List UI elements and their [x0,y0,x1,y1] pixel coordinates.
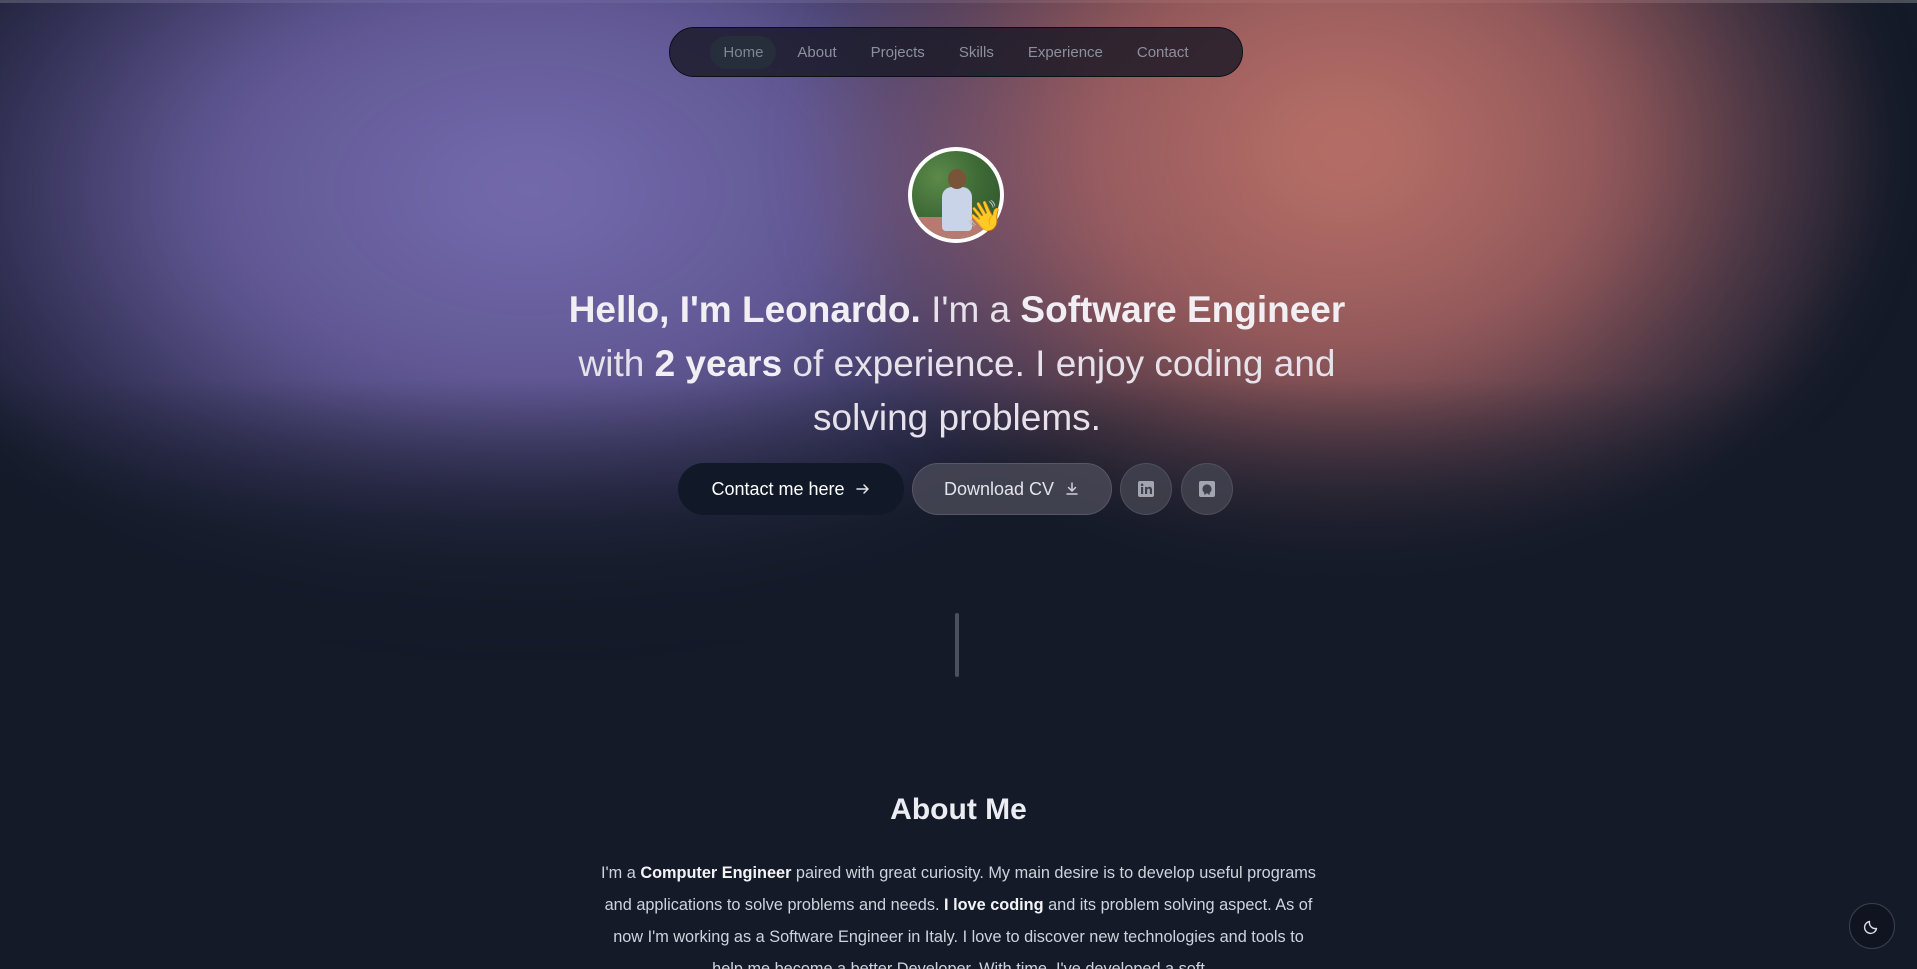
waving-hand-icon: 👋 [966,199,1004,234]
linkedin-icon [1138,481,1154,497]
nav-item-experience[interactable]: Experience [1015,36,1116,69]
download-cv-button[interactable]: Download CV [912,463,1112,515]
linkedin-button[interactable] [1120,463,1172,515]
github-icon [1199,481,1215,497]
page: Home About Projects Skills Experience Co… [0,0,1917,969]
scroll-divider [955,613,959,677]
github-button[interactable] [1181,463,1233,515]
nav-item-skills[interactable]: Skills [946,36,1007,69]
moon-icon [1863,920,1878,935]
arrow-right-icon [855,484,869,494]
about-title: About Me [890,792,1027,826]
download-cv-label: Download CV [943,478,1055,499]
headline-text: with [578,342,655,384]
about-highlight: Computer Engineer [640,864,792,883]
about-text: I'm a [601,864,641,883]
nav-item-home[interactable]: Home [710,35,777,69]
contact-button[interactable]: Contact me here [678,463,904,515]
about-highlight: I love coding [944,896,1044,915]
download-icon [1066,482,1078,495]
headline-years: 2 years [654,342,783,384]
nav-item-about[interactable]: About [784,36,849,69]
top-navigation: Home About Projects Skills Experience Co… [669,27,1243,77]
headline-role: Software Engineer [1020,288,1346,330]
hero-headline: Hello, I'm Leonardo. I'm a Software Engi… [540,283,1374,445]
headline-text: I'm a [920,288,1021,330]
headline-greeting: Hello, I'm Leonardo. [568,288,921,330]
contact-button-label: Contact me here [711,478,845,499]
nav-item-contact[interactable]: Contact [1124,36,1202,69]
headline-text: of experience. I enjoy coding and solvin… [782,342,1336,438]
hero-actions: Contact me here Download CV [0,463,1917,515]
nav-item-projects[interactable]: Projects [858,36,938,69]
avatar-person-head [948,169,966,189]
about-paragraph: I'm a Computer Engineer paired with grea… [596,857,1321,969]
theme-toggle-button[interactable] [1849,903,1895,949]
